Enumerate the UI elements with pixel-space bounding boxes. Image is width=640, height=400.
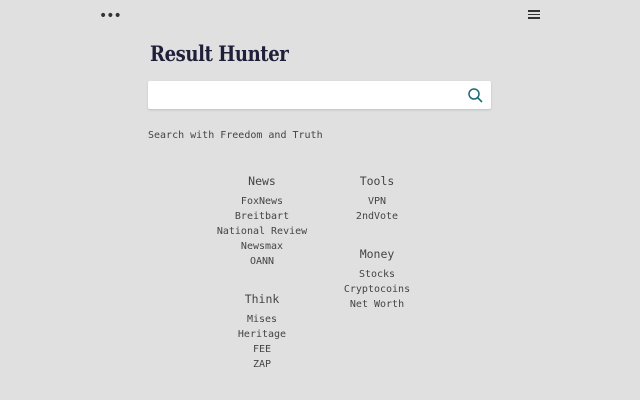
search-box	[148, 81, 491, 109]
tools-section-title: Tools	[359, 174, 395, 188]
link-stocks[interactable]: Stocks	[307, 267, 447, 282]
link-net-worth[interactable]: Net Worth	[307, 297, 447, 312]
link-zap[interactable]: ZAP	[192, 357, 332, 372]
link-mises[interactable]: Mises	[192, 312, 332, 327]
tools-section: Tools VPN 2ndVote	[307, 172, 447, 224]
link-vpn[interactable]: VPN	[307, 194, 447, 209]
hamburger-menu-icon[interactable]	[528, 10, 540, 19]
link-heritage[interactable]: Heritage	[192, 327, 332, 342]
search-icon[interactable]	[467, 87, 483, 103]
link-fee[interactable]: FEE	[192, 342, 332, 357]
money-section: Money Stocks Cryptocoins Net Worth	[307, 245, 447, 312]
more-dots-icon[interactable]: •••	[99, 8, 122, 24]
site-logo[interactable]: Result Hunter	[150, 41, 289, 66]
money-section-title: Money	[359, 247, 395, 261]
tagline: Search with Freedom and Truth	[148, 130, 323, 141]
search-input[interactable]	[154, 85, 458, 107]
link-cryptocoins[interactable]: Cryptocoins	[307, 282, 447, 297]
link-national-review[interactable]: National Review	[192, 224, 332, 239]
page: ••• Result Hunter Search with Freedom an…	[0, 0, 640, 400]
link-2ndvote[interactable]: 2ndVote	[307, 209, 447, 224]
